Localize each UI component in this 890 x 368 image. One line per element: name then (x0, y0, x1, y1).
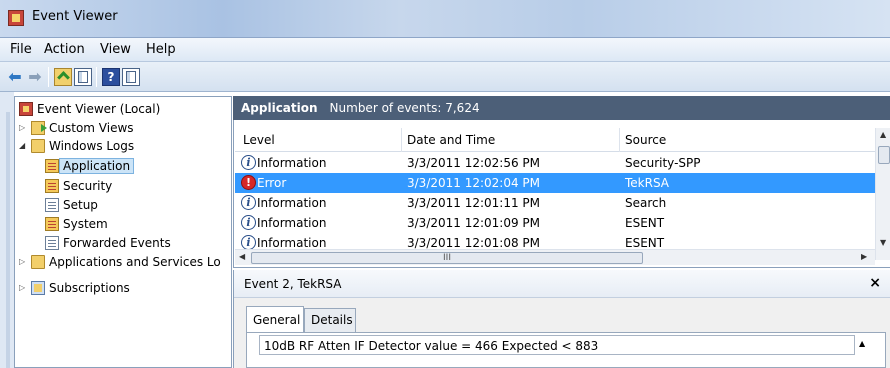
log-icon (45, 235, 59, 250)
tree-item-windows-logs[interactable]: ◢ Windows Logs (19, 136, 134, 155)
show-hide-action-pane-icon[interactable] (122, 68, 140, 86)
cell-level: Error (257, 176, 287, 190)
column-header-date-time[interactable]: Date and Time (407, 133, 495, 147)
back-arrow-icon[interactable]: ⬅ (6, 68, 24, 86)
toolbar: ⬅ ➡ ? (0, 62, 890, 92)
tree-item-root[interactable]: Event Viewer (Local) (19, 99, 160, 118)
table-row[interactable]: i Information 3/3/2011 12:01:08 PM ESENT (235, 233, 876, 249)
folder-icon (31, 120, 47, 135)
column-header-level[interactable]: Level (243, 133, 275, 147)
collapse-arrow-icon[interactable]: ◢ (19, 141, 29, 150)
information-icon: i (241, 195, 256, 210)
tree-item-setup[interactable]: Setup (45, 195, 98, 214)
table-row[interactable]: i Information 3/3/2011 12:01:09 PM ESENT (235, 213, 876, 233)
tab-general[interactable]: General (246, 306, 304, 332)
expand-arrow-icon[interactable]: ▷ (19, 123, 29, 132)
toolbar-separator (96, 67, 97, 87)
tree-item-forwarded-events[interactable]: Forwarded Events (45, 233, 171, 252)
title-bar: Event Viewer (0, 0, 890, 38)
scroll-up-icon[interactable]: ▲ (859, 339, 865, 348)
tree-item-custom-views[interactable]: ▷ Custom Views (19, 118, 134, 137)
cell-source: Security-SPP (625, 156, 701, 170)
expand-arrow-icon[interactable]: ▷ (19, 257, 29, 266)
detail-title: Event 2, TekRSA (244, 277, 342, 291)
event-count: Number of events: 7,624 (329, 101, 480, 115)
event-detail-pane: Event 2, TekRSA × General Details 10dB R… (233, 270, 890, 368)
cell-source: TekRSA (625, 176, 670, 190)
error-icon: ! (241, 175, 256, 190)
vertical-scrollbar[interactable]: ▲ ▼ (875, 128, 890, 260)
event-viewer-app-icon (8, 10, 24, 26)
log-icon (45, 197, 59, 212)
window-title: Event Viewer (32, 9, 118, 24)
tree-item-applications-and-services[interactable]: ▷ Applications and Services Lo (19, 252, 221, 271)
left-gutter (0, 92, 14, 368)
information-icon: i (241, 215, 256, 230)
scroll-left-icon[interactable]: ◀ (239, 252, 245, 261)
menu-action[interactable]: Action (44, 42, 85, 57)
log-icon (45, 178, 59, 193)
show-hide-pane-icon[interactable] (74, 68, 92, 86)
event-description[interactable]: 10dB RF Atten IF Detector value = 466 Ex… (259, 335, 855, 355)
information-icon: i (241, 155, 256, 170)
folder-up-icon[interactable] (54, 68, 72, 86)
scroll-thumb[interactable] (878, 146, 890, 164)
tree-item-subscriptions[interactable]: ▷ Subscriptions (19, 278, 130, 297)
detail-header: Event 2, TekRSA × (234, 270, 890, 298)
forward-arrow-icon[interactable]: ➡ (26, 68, 44, 86)
close-icon[interactable]: × (869, 275, 881, 291)
folder-icon (31, 254, 45, 269)
cell-level: Information (257, 216, 327, 230)
tree-item-system[interactable]: System (45, 214, 108, 233)
information-icon: i (241, 235, 256, 249)
table-row[interactable]: i Information 3/3/2011 12:01:11 PM Searc… (235, 193, 876, 213)
console-tree: Event Viewer (Local) ▷ Custom Views ◢ Wi… (14, 96, 232, 368)
cell-date-time: 3/3/2011 12:01:08 PM (407, 236, 541, 249)
table-row[interactable]: ! Error 3/3/2011 12:02:04 PM TekRSA (235, 173, 876, 193)
cell-source: ESENT (625, 236, 665, 249)
column-header-source[interactable]: Source (625, 133, 666, 147)
cell-level: Information (257, 196, 327, 210)
scroll-up-icon[interactable]: ▲ (880, 130, 886, 139)
menu-help[interactable]: Help (146, 42, 176, 57)
general-tab-panel: 10dB RF Atten IF Detector value = 466 Ex… (246, 332, 886, 368)
tree-item-security[interactable]: Security (45, 176, 112, 195)
subscriptions-icon (31, 280, 45, 295)
scroll-right-icon[interactable]: ▶ (861, 252, 867, 261)
cell-date-time: 3/3/2011 12:01:09 PM (407, 216, 541, 230)
cell-level: Information (257, 156, 327, 170)
cell-level: Information (257, 236, 327, 249)
help-icon[interactable]: ? (102, 68, 120, 86)
horizontal-scrollbar[interactable]: ◀ III ▶ (235, 249, 875, 265)
detail-body: General Details 10dB RF Atten IF Detecto… (234, 298, 890, 368)
menu-file[interactable]: File (10, 42, 32, 57)
column-divider[interactable] (401, 128, 402, 152)
table-row[interactable]: i Information 3/3/2011 12:02:56 PM Secur… (235, 153, 876, 173)
toolbar-separator (48, 67, 49, 87)
cell-source: ESENT (625, 216, 665, 230)
menu-bar: File Action View Help (0, 38, 890, 62)
tab-details[interactable]: Details (304, 308, 356, 332)
column-headers: Level Date and Time Source (235, 128, 875, 152)
expand-arrow-icon[interactable]: ▷ (19, 283, 29, 292)
cell-date-time: 3/3/2011 12:01:11 PM (407, 196, 541, 210)
event-viewer-icon (19, 101, 33, 116)
log-icon (45, 158, 59, 173)
folder-icon (31, 138, 45, 153)
cell-date-time: 3/3/2011 12:02:56 PM (407, 156, 541, 170)
menu-view[interactable]: View (100, 42, 131, 57)
column-divider[interactable] (619, 128, 620, 152)
log-name: Application (241, 101, 318, 115)
events-list: Level Date and Time Source i Information… (233, 120, 890, 268)
log-icon (45, 216, 59, 231)
cell-source: Search (625, 196, 667, 210)
cell-date-time: 3/3/2011 12:02:04 PM (407, 176, 541, 190)
scroll-thumb[interactable]: III (251, 252, 643, 264)
tree-item-application[interactable]: Application (45, 156, 135, 175)
scroll-down-icon[interactable]: ▼ (880, 238, 886, 247)
log-header: Application Number of events: 7,624 (233, 96, 890, 120)
